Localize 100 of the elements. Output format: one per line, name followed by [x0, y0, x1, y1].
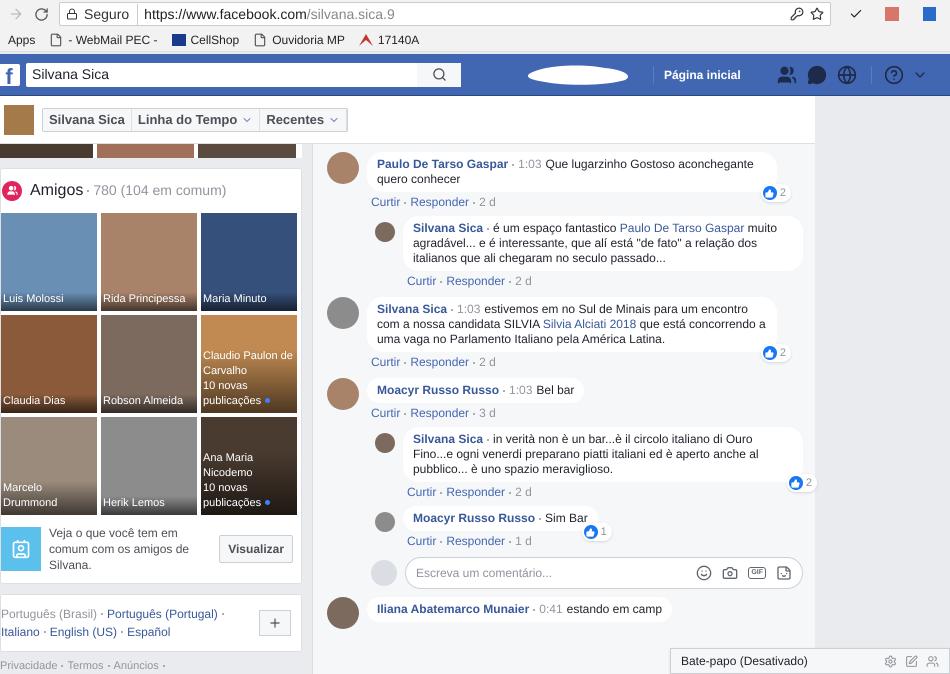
language-link[interactable]: English (US) [50, 622, 118, 640]
friend-tile[interactable]: Robson Almeida [101, 314, 197, 412]
comment-age: 3 d [479, 406, 496, 421]
friend-tile[interactable]: Marcelo Drummond [1, 416, 97, 514]
author-link[interactable]: Paulo De Tarso Gaspar [377, 157, 508, 171]
forward-icon[interactable] [8, 6, 24, 22]
comment-text: Iliana Abatemarco Munaier 0:41 estando em camp [377, 602, 662, 617]
chat-bar[interactable]: Bate-papo (Desativado) [670, 648, 950, 674]
mention-link[interactable]: Silvia Alciati 2018 [542, 317, 636, 331]
author-link[interactable]: Iliana Abatemarco Munaier [377, 602, 530, 616]
search-icon[interactable] [432, 67, 446, 82]
avatar-photo [375, 512, 395, 532]
messages-icon[interactable] [806, 64, 827, 84]
friends-icon[interactable] [776, 64, 797, 84]
language-link[interactable]: Español [127, 622, 170, 640]
comment-age: 2 d [479, 355, 496, 370]
bookmark-link[interactable]: 17140A [358, 30, 420, 48]
settings-icon[interactable] [884, 654, 897, 668]
profile-tab[interactable]: Recentes [260, 108, 348, 130]
comment-text: Silvana Sica 1:03 estivemos em no Sul de Minais para um encontro com a nossa candidata SILVIA Silvia Alciati 2018 que está concorrendo a uma vaga no Parlamento Italiano pela América Latina. [377, 302, 767, 347]
reply-link[interactable]: Responder [446, 534, 506, 549]
author-link[interactable]: Moacyr Russo Russo [377, 383, 500, 397]
author-link[interactable]: Moacyr Russo Russo [413, 511, 536, 525]
reply-link[interactable]: Responder [410, 195, 470, 210]
friend-tile[interactable]: Claudia Dias [1, 314, 97, 412]
friend-name: Maria Minuto [203, 292, 268, 306]
facebook-logo[interactable]: f [0, 64, 20, 86]
author-link[interactable]: Silvana Sica [377, 302, 448, 316]
chat-label: Bate-papo (Desativado) [681, 653, 809, 670]
reply-link[interactable]: Responder [410, 406, 470, 421]
key-icon[interactable] [790, 7, 804, 21]
like-link[interactable]: Curtir [371, 355, 400, 370]
new-posts-note: 10 novas publicações [203, 480, 295, 510]
address-bar[interactable]: Seguro https://www.facebook.com/silvana.sica.9 [59, 2, 831, 26]
add-language-button[interactable] [259, 610, 291, 636]
friend-tile[interactable]: Rida Principessa [101, 212, 197, 310]
friend-tile[interactable]: Herik Lemos [101, 416, 197, 514]
mention-link[interactable]: Paulo De Tarso Gaspar [620, 221, 744, 235]
like-link[interactable]: Curtir [371, 195, 400, 210]
plus-icon [268, 616, 282, 630]
avatar-photo [327, 378, 359, 410]
reload-icon[interactable] [34, 6, 49, 22]
friend-tile[interactable]: Luis Molossi [1, 212, 97, 310]
bookmark-link[interactable]: Ouvidoria MP [253, 30, 345, 48]
friend-name: Luis Molossi [3, 292, 65, 306]
emoji-icon[interactable] [696, 565, 712, 581]
page-icon [253, 32, 268, 46]
peak-icon [358, 34, 373, 46]
new-posts-note: 10 novas publicações [203, 378, 295, 408]
profile-photo [4, 104, 34, 134]
friend-name: Herik Lemos [103, 496, 166, 510]
friend-tile[interactable]: Maria Minuto [201, 212, 297, 310]
comment-text: Silvana Sica é um espaço fantastico Paulo De Tarso Gaspar muito agradável... e é interessante, que alí está "de fato" a relação dos italianos que ali chegaram no seculo passado... [413, 221, 778, 266]
language-link[interactable]: Italiano [1, 622, 40, 640]
friend-name: Rida Principessa [103, 292, 187, 306]
home-link[interactable]: Página inicial [664, 66, 741, 84]
mutual-friends-prompt: Veja o que você tem em comum com os amigos de Silvana. [49, 524, 190, 572]
reply-link[interactable]: Responder [446, 485, 506, 500]
like-link[interactable]: Curtir [407, 274, 436, 289]
friend-name: Ana Maria Nicodemo [203, 450, 254, 480]
friends-count: 780 (104 em comum) [93, 181, 226, 200]
help-icon[interactable] [884, 64, 904, 84]
bookmark-link[interactable]: - WebMail PEC - [49, 30, 158, 48]
friends-title: Amigos [30, 180, 84, 200]
search-field[interactable]: Silvana Sica [26, 62, 461, 86]
friends-icon [6, 185, 18, 196]
avatar-photo [327, 597, 359, 629]
like-link[interactable]: Curtir [407, 534, 436, 549]
profile-tab[interactable]: Linha do Tempo [132, 108, 260, 130]
comment-text: Moacyr Russo Russo 1:03 Bel bar [377, 383, 574, 398]
sticker-icon[interactable] [776, 565, 792, 581]
avatar-photo [375, 222, 395, 242]
author-link[interactable]: Silvana Sica [413, 221, 484, 235]
edit-icon[interactable] [905, 654, 918, 668]
profile-tab[interactable]: Silvana Sica [43, 108, 132, 130]
friend-name: Marcelo Drummond [3, 480, 58, 510]
friend-tile[interactable]: Claudio Paulon de Carvalho 10 novas publicações [201, 314, 297, 412]
like-link[interactable]: Curtir [371, 406, 400, 421]
language-link[interactable]: Português (Portugal) [107, 604, 218, 622]
bookmark-link[interactable]: CellShop [172, 30, 240, 48]
star-icon[interactable] [810, 7, 824, 21]
like-link[interactable]: Curtir [407, 485, 436, 500]
author-link[interactable]: Silvana Sica [413, 432, 484, 446]
page-icon [49, 32, 64, 46]
camera-icon[interactable] [722, 565, 738, 581]
like-icon [586, 528, 596, 536]
view-button[interactable]: Visualizar [219, 534, 293, 562]
comment-age: 2 d [515, 485, 532, 500]
reply-link[interactable]: Responder [446, 274, 506, 289]
reply-link[interactable]: Responder [410, 355, 470, 370]
friend-tile[interactable]: Ana Maria Nicodemo 10 novas publicações [201, 416, 297, 514]
comment-age: 2 d [479, 195, 496, 210]
like-icon [791, 478, 800, 488]
comment-placeholder: Escreva um comentário... [416, 565, 554, 582]
like-icon [765, 188, 774, 198]
bookmark-link[interactable]: Apps [8, 30, 36, 48]
globe-icon[interactable] [836, 64, 857, 84]
people-icon[interactable] [926, 654, 939, 668]
comment-text: Silvana Sica in verità non è un bar...è il circolo italiano di Ouro Fino...e ogni venerdi preparano piatti italiani ed è aperto anche al pubblico... è uno spazio meraviglioso. [413, 432, 760, 477]
contact-cards-icon [11, 538, 31, 558]
